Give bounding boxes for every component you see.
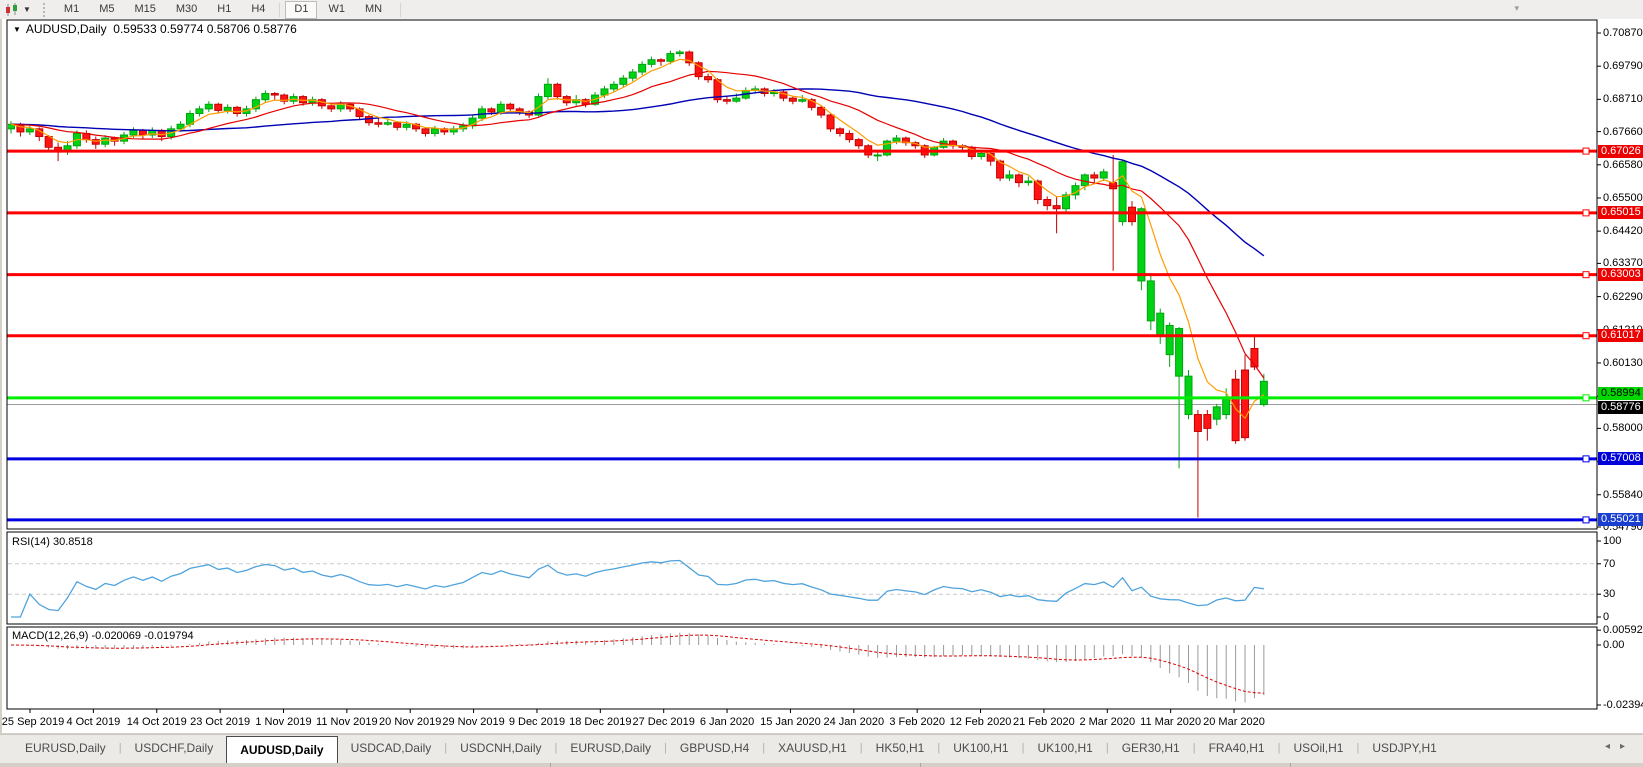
toolbar-overflow-icon[interactable]: ▾ <box>1514 3 1519 14</box>
price-tick-label: 0.67660 <box>1603 126 1643 138</box>
date-label: 21 Feb 2020 <box>1013 716 1075 728</box>
rsi-tick-label: 0 <box>1603 611 1609 623</box>
date-label: 18 Dec 2019 <box>569 716 631 728</box>
chart-tab-usdcnh-daily[interactable]: USDCNH,Daily <box>447 735 554 764</box>
mt4-window: { "toolbar": { "chart_type_icon": "candl… <box>0 0 1643 767</box>
date-label: 3 Feb 2020 <box>889 716 945 728</box>
price-badge: 0.58776 <box>1598 401 1643 414</box>
date-label: 4 Oct 2019 <box>66 716 120 728</box>
chart-tab-usdjpy-h1[interactable]: USDJPY,H1 <box>1359 735 1449 764</box>
down-triangle-icon[interactable]: ▼ <box>13 25 21 34</box>
top-toolbar: ▼ M1M5M15M30H1H4 D1W1MN ▾ <box>0 0 1643 20</box>
chart-title: ▼ AUDUSD,Daily 0.59533 0.59774 0.58706 0.… <box>13 22 297 36</box>
chart-tab-audusd-daily[interactable]: AUDUSD,Daily <box>226 736 337 764</box>
timeframe-button-mn[interactable]: MN <box>356 1 391 19</box>
timeframe-button-group: M1M5M15M30H1H4 D1W1MN <box>54 1 405 19</box>
chart-tab-eurusd-daily[interactable]: EURUSD,Daily <box>557 735 664 764</box>
macd-indicator-label: MACD(12,26,9) -0.020069 -0.019794 <box>12 630 194 642</box>
date-label: 1 Nov 2019 <box>255 716 311 728</box>
timeframe-button-m1[interactable]: M1 <box>55 1 88 19</box>
chart-tab-usoil-h1[interactable]: USOil,H1 <box>1280 735 1356 764</box>
price-tick-label: 0.58000 <box>1603 422 1643 434</box>
status-strip-divider <box>920 763 921 767</box>
chart-tab-xauusd-h1[interactable]: XAUUSD,H1 <box>765 735 860 764</box>
rsi-indicator-label: RSI(14) 30.8518 <box>12 536 93 548</box>
price-badge: 0.55021 <box>1598 513 1643 526</box>
price-badge: 0.65015 <box>1598 206 1643 219</box>
timeframe-button-m15[interactable]: M15 <box>125 1 164 19</box>
date-label: 29 Nov 2019 <box>442 716 504 728</box>
rsi-tick-label: 100 <box>1603 535 1621 547</box>
date-label: 2 Mar 2020 <box>1079 716 1135 728</box>
window-left-edge <box>0 19 2 767</box>
price-badge: 0.67026 <box>1598 145 1643 158</box>
chevron-down-icon[interactable]: ▼ <box>23 5 31 14</box>
date-label: 6 Jan 2020 <box>700 716 754 728</box>
timeframe-button-h1[interactable]: H1 <box>208 1 240 19</box>
date-label: 14 Oct 2019 <box>127 716 187 728</box>
price-badge: 0.58994 <box>1598 387 1643 400</box>
macd-tick-label: 0.005923 <box>1603 624 1643 636</box>
tab-scroll-arrows[interactable]: ◂▸ <box>1605 741 1635 752</box>
chart-tab-usdcad-daily[interactable]: USDCAD,Daily <box>338 735 445 764</box>
chart-tab-eurusd-daily[interactable]: EURUSD,Daily <box>12 735 119 764</box>
date-label: 20 Mar 2020 <box>1203 716 1265 728</box>
date-label: 23 Oct 2019 <box>190 716 250 728</box>
macd-tick-label: -0.023944 <box>1603 699 1643 711</box>
price-tick-label: 0.64420 <box>1603 225 1643 237</box>
toolbar-grip[interactable] <box>43 3 48 17</box>
chart-tab-gbpusd-h4[interactable]: GBPUSD,H4 <box>667 735 762 764</box>
rsi-tick-label: 70 <box>1603 558 1615 570</box>
date-label: 12 Feb 2020 <box>950 716 1012 728</box>
chart-tab-uk100-h1[interactable]: UK100,H1 <box>940 735 1021 764</box>
price-tick-label: 0.65500 <box>1603 192 1643 204</box>
candlestick-chart-icon[interactable] <box>4 3 20 17</box>
price-tick-label: 0.69790 <box>1603 60 1643 72</box>
price-tick-label: 0.62290 <box>1603 291 1643 303</box>
price-tick-label: 0.68710 <box>1603 93 1643 105</box>
tab-scroll-left-icon: ◂ <box>1605 741 1620 752</box>
price-badge: 0.57008 <box>1598 452 1643 465</box>
chart-tab-uk100-h1[interactable]: UK100,H1 <box>1024 735 1105 764</box>
chart-tab-ger30-h1[interactable]: GER30,H1 <box>1109 735 1193 764</box>
chart-ohlc-values: 0.59533 0.59774 0.58706 0.58776 <box>113 22 297 36</box>
date-label: 24 Jan 2020 <box>824 716 885 728</box>
timeframe-button-m30[interactable]: M30 <box>167 1 206 19</box>
tab-scroll-right-icon: ▸ <box>1620 741 1635 752</box>
timeframe-button-h4[interactable]: H4 <box>242 1 274 19</box>
date-label: 9 Dec 2019 <box>509 716 565 728</box>
timeframe-button-w1[interactable]: W1 <box>319 1 354 19</box>
price-tick-label: 0.55840 <box>1603 489 1643 501</box>
macd-tick-label: 0.00 <box>1603 639 1624 651</box>
chart-area[interactable] <box>2 19 1643 733</box>
price-badge: 0.63003 <box>1598 268 1643 281</box>
date-label: 27 Dec 2019 <box>632 716 694 728</box>
status-strip <box>0 763 1643 767</box>
status-strip-divider <box>550 763 551 767</box>
status-strip-divider <box>1290 763 1291 767</box>
price-tick-label: 0.60130 <box>1603 357 1643 369</box>
date-label: 11 Nov 2019 <box>316 716 378 728</box>
date-label: 11 Mar 2020 <box>1140 716 1201 728</box>
timeframe-button-d1[interactable]: D1 <box>285 1 317 19</box>
date-label: 15 Jan 2020 <box>760 716 821 728</box>
timeframe-button-m5[interactable]: M5 <box>90 1 123 19</box>
chart-tab-usdchf-daily[interactable]: USDCHF,Daily <box>122 735 227 764</box>
date-label: 20 Nov 2019 <box>379 716 441 728</box>
chart-tab-hk50-h1[interactable]: HK50,H1 <box>863 735 938 764</box>
rsi-tick-label: 30 <box>1603 588 1615 600</box>
date-label: 25 Sep 2019 <box>2 716 64 728</box>
chart-tab-bar: EURUSD,Daily|USDCHF,DailyAUDUSD,DailyUSD… <box>0 734 1643 764</box>
price-badge: 0.61017 <box>1598 329 1643 342</box>
chart-symbol: AUDUSD,Daily <box>26 22 107 36</box>
price-tick-label: 0.70870 <box>1603 27 1643 39</box>
chart-tab-fra40-h1[interactable]: FRA40,H1 <box>1196 735 1278 764</box>
price-tick-label: 0.66580 <box>1603 159 1643 171</box>
